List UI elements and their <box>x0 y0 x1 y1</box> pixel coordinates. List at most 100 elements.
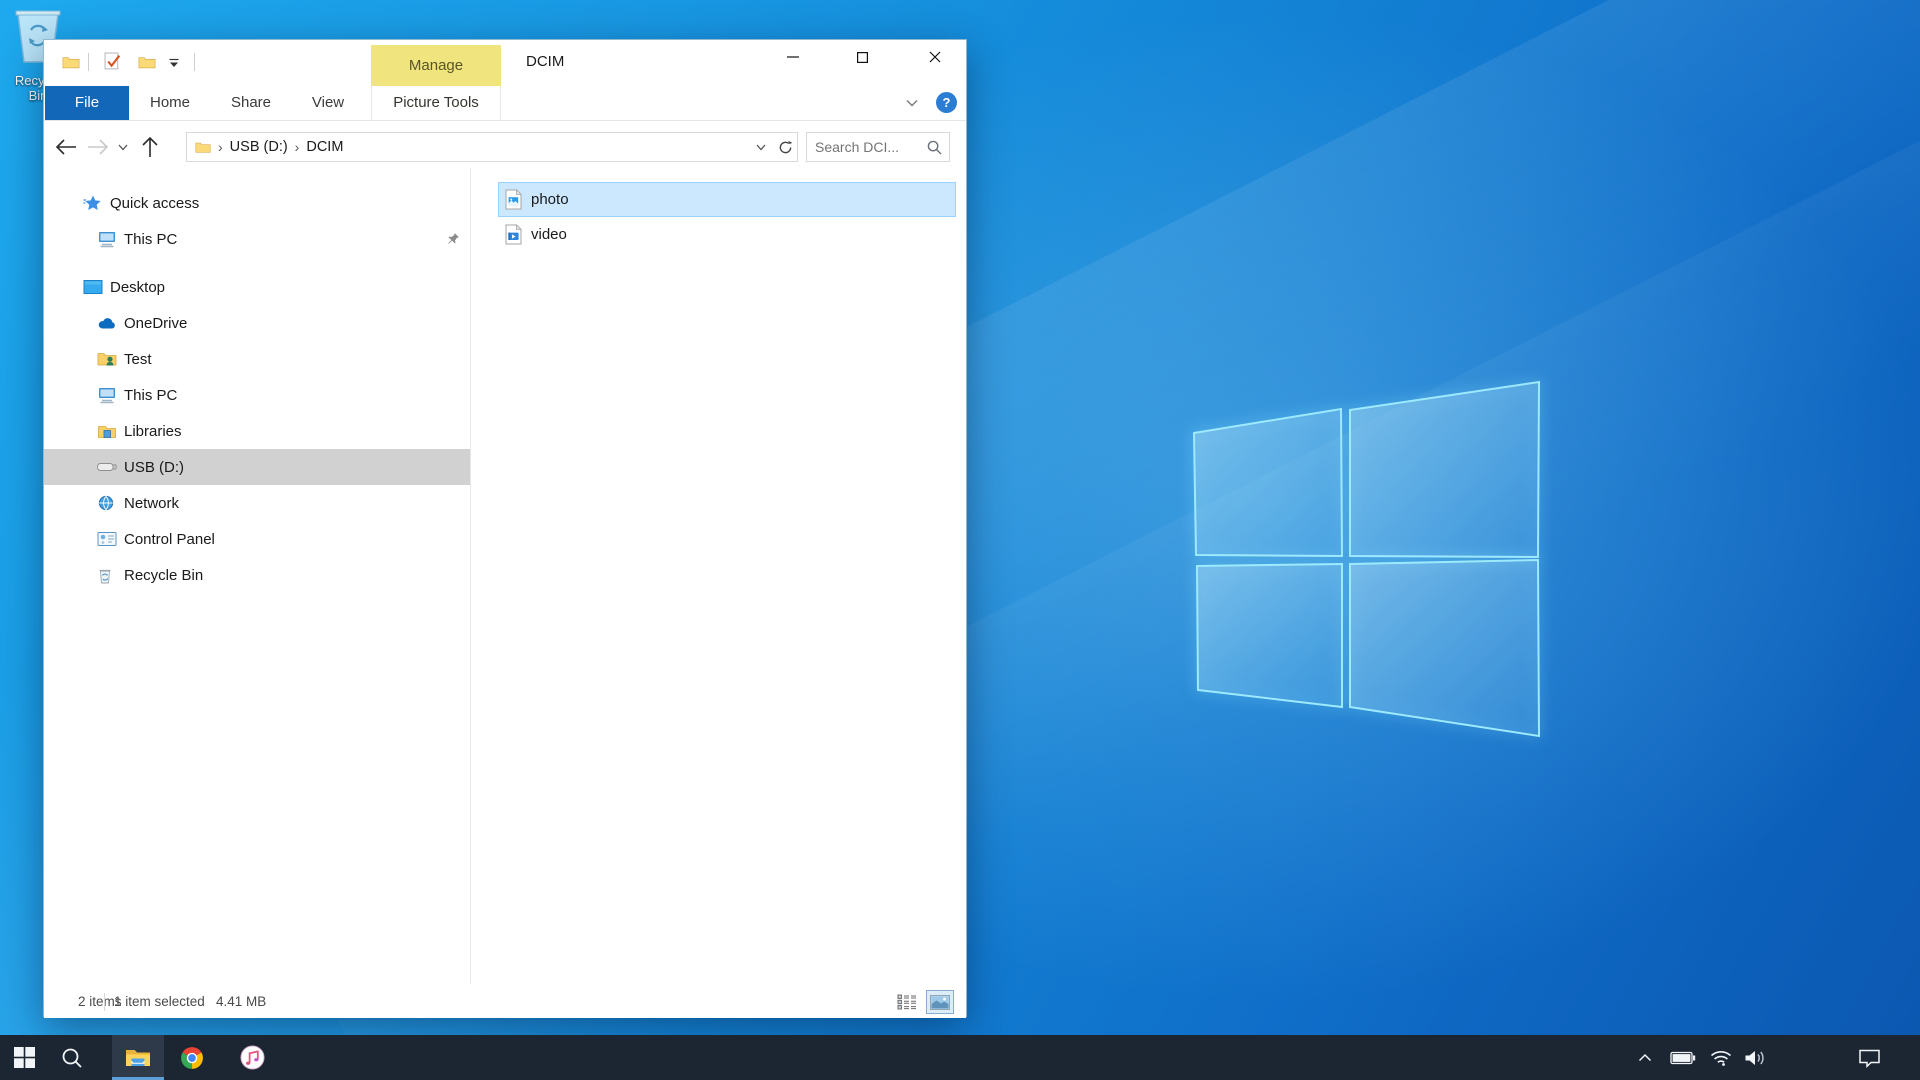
properties-check-icon[interactable] <box>104 52 123 71</box>
sidebar-item-this-pc-pinned[interactable]: This PC <box>44 221 470 257</box>
details-view-button[interactable] <box>893 990 921 1014</box>
onedrive-cloud-icon <box>97 316 117 330</box>
title-bar: Manage DCIM <box>44 40 966 86</box>
file-item-video[interactable]: video <box>498 217 956 252</box>
pane-divider <box>470 168 471 984</box>
maximize-icon <box>857 52 868 63</box>
pin-icon <box>447 232 460 245</box>
recent-locations-button[interactable] <box>114 133 132 161</box>
start-button[interactable] <box>0 1035 48 1080</box>
tab-view[interactable]: View <box>292 86 364 120</box>
taskbar-itunes-button[interactable] <box>228 1035 276 1080</box>
sidebar-item-onedrive[interactable]: OneDrive <box>44 305 470 341</box>
address-history-button[interactable] <box>749 133 773 161</box>
user-folder-icon <box>97 351 117 367</box>
help-button[interactable]: ? <box>936 92 957 113</box>
search-box <box>806 132 950 162</box>
taskbar-file-explorer-button[interactable] <box>112 1035 164 1080</box>
back-button[interactable] <box>52 133 80 161</box>
chevron-down-icon <box>118 144 128 151</box>
sidebar-item-quick-access[interactable]: Quick access <box>44 185 470 221</box>
tray-show-hidden-icons-button[interactable] <box>1630 1035 1660 1080</box>
up-button[interactable] <box>136 133 164 161</box>
address-toolbar: › USB (D:) › DCIM <box>44 125 966 169</box>
this-pc-icon <box>97 230 117 248</box>
network-icon <box>97 495 115 512</box>
sidebar-item-libraries[interactable]: Libraries <box>44 413 470 449</box>
action-center-icon[interactable] <box>1848 1035 1890 1080</box>
search-icon[interactable] <box>927 140 942 155</box>
taskbar-search-button[interactable] <box>48 1035 96 1080</box>
tab-picture-tools[interactable]: Picture Tools <box>371 86 501 120</box>
minimize-icon <box>787 56 799 58</box>
file-explorer-icon <box>125 1047 151 1068</box>
minimize-button[interactable] <box>770 40 816 74</box>
window-title: DCIM <box>526 53 564 70</box>
wifi-icon[interactable] <box>1705 1035 1737 1080</box>
usb-drive-icon <box>97 461 117 473</box>
breadcrumb-chevron: › <box>288 139 307 155</box>
itunes-icon <box>240 1045 265 1070</box>
tab-manage[interactable]: Manage <box>371 45 501 86</box>
qat-separator <box>194 53 195 71</box>
desktop: Recycle Bin Manage DCIM <box>0 0 1920 1080</box>
sidebar-item-this-pc[interactable]: This PC <box>44 377 470 413</box>
quick-access-star-icon <box>83 194 102 213</box>
explorer-window-icon <box>62 55 80 70</box>
file-item-photo[interactable]: photo <box>498 182 956 217</box>
control-panel-icon <box>97 531 117 547</box>
selection-size: 4.41 MB <box>216 994 266 1009</box>
search-icon <box>61 1047 83 1069</box>
sidebar-item-network[interactable]: Network <box>44 485 470 521</box>
status-divider <box>104 993 105 1011</box>
expand-ribbon-button[interactable] <box>900 94 924 112</box>
sidebar-item-desktop[interactable]: Desktop <box>44 269 470 305</box>
maximize-button[interactable] <box>839 40 885 74</box>
refresh-button[interactable] <box>773 133 797 161</box>
chevron-down-icon <box>906 99 918 107</box>
tab-file[interactable]: File <box>45 86 129 120</box>
breadcrumb-dcim[interactable]: DCIM <box>306 139 343 155</box>
file-name: photo <box>531 191 569 208</box>
libraries-icon <box>97 423 117 439</box>
tab-share[interactable]: Share <box>210 86 292 120</box>
this-pc-icon <box>97 386 117 404</box>
close-button[interactable] <box>912 40 958 74</box>
ribbon-tab-row: File Home Share View Picture Tools ? <box>44 86 966 121</box>
image-file-icon <box>505 189 522 210</box>
details-view-icon <box>897 994 917 1010</box>
chevron-up-icon <box>1638 1053 1652 1062</box>
windows-start-icon <box>14 1047 35 1068</box>
sidebar-item-usb-d[interactable]: USB (D:) <box>44 449 470 485</box>
volume-icon[interactable] <box>1739 1035 1773 1080</box>
forward-button[interactable] <box>84 133 112 161</box>
breadcrumb-usb-d[interactable]: USB (D:) <box>230 139 288 155</box>
up-arrow-icon <box>142 136 158 158</box>
folder-icon <box>195 141 211 154</box>
sidebar-item-recycle-bin[interactable]: Recycle Bin <box>44 557 470 593</box>
qat-separator <box>88 53 89 71</box>
chevron-down-icon <box>756 144 766 151</box>
customize-qat-caret-icon[interactable] <box>168 57 180 69</box>
explorer-window: Manage DCIM File Home Share View Picture… <box>43 39 967 1017</box>
thumbnail-view-button[interactable] <box>926 990 954 1014</box>
battery-icon[interactable] <box>1666 1035 1700 1080</box>
close-icon <box>929 51 941 63</box>
status-bar: 2 items 1 item selected 4.41 MB <box>44 986 966 1018</box>
thumbnail-view-icon <box>930 995 950 1010</box>
video-file-icon <box>505 224 522 245</box>
chrome-icon <box>180 1046 204 1070</box>
new-folder-icon[interactable] <box>138 55 156 70</box>
sidebar-item-control-panel[interactable]: Control Panel <box>44 521 470 557</box>
windows-logo <box>1185 372 1545 744</box>
tab-home[interactable]: Home <box>130 86 210 120</box>
file-name: video <box>531 226 567 243</box>
taskbar-chrome-button[interactable] <box>168 1035 216 1080</box>
search-input[interactable] <box>807 139 927 155</box>
breadcrumb-chevron: › <box>211 139 230 155</box>
refresh-icon <box>778 140 793 155</box>
address-bar[interactable]: › USB (D:) › DCIM <box>186 132 798 162</box>
recycle-bin-icon <box>97 566 113 584</box>
selection-status: 1 item selected <box>114 994 205 1009</box>
sidebar-item-test[interactable]: Test <box>44 341 470 377</box>
